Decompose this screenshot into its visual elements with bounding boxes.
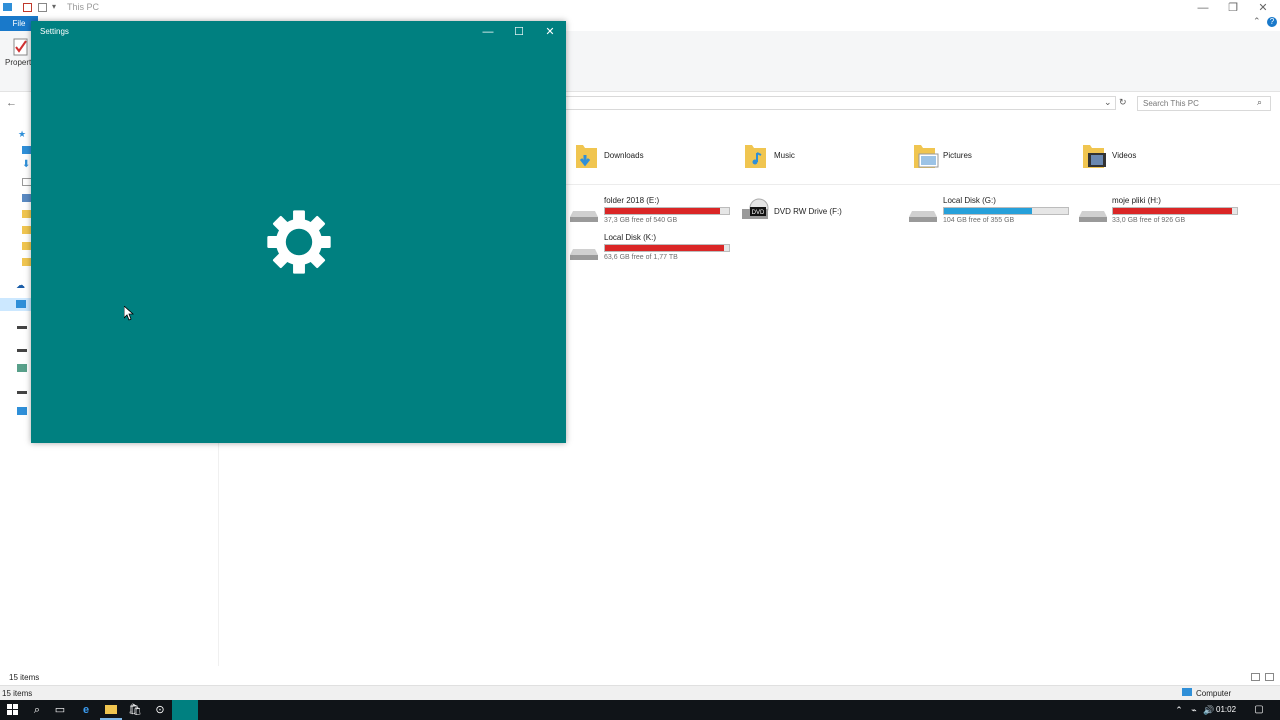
downloads-folder-icon[interactable] <box>575 143 599 169</box>
folder-label-pictures[interactable]: Pictures <box>943 151 972 160</box>
pictures-folder-icon[interactable] <box>913 143 939 169</box>
settings-close-button[interactable]: ✕ <box>542 24 558 40</box>
videos-folder-icon[interactable] <box>1082 143 1108 169</box>
large-icons-view-icon[interactable] <box>1265 673 1274 681</box>
quick-access-star-icon[interactable]: ★ <box>18 129 26 140</box>
nav-drive-icon-2[interactable] <box>17 349 27 352</box>
folder-label-downloads[interactable]: Downloads <box>604 151 644 160</box>
drive-e-name[interactable]: folder 2018 (E:) <box>604 196 659 205</box>
section-divider <box>566 184 1280 185</box>
network-tray-icon[interactable]: ⌁ <box>1187 703 1201 717</box>
explorer-maximize-button[interactable]: ❐ <box>1216 0 1250 16</box>
drive-e-icon[interactable] <box>570 209 598 223</box>
tray-overflow-icon[interactable]: ⌃ <box>1172 703 1186 717</box>
taskbar-clock[interactable]: 01:02 <box>1216 705 1236 714</box>
search-placeholder: Search This PC <box>1143 99 1199 108</box>
explorer-title-bar <box>0 0 1280 16</box>
status-item-count-bottom: 15 items <box>2 689 33 698</box>
file-explorer-taskbar-icon[interactable] <box>105 705 117 714</box>
settings-minimize-button[interactable]: — <box>480 24 496 40</box>
nav-drive-icon-3[interactable] <box>17 391 27 394</box>
volume-tray-icon[interactable]: 🔊 <box>1202 703 1216 717</box>
this-pc-icon[interactable] <box>16 300 26 308</box>
drive-k-usage-fill <box>605 245 725 251</box>
explorer-window-title: This PC <box>67 2 100 12</box>
drive-e-usage-fill <box>605 208 721 214</box>
nav-downloads-icon[interactable]: ⬇ <box>22 159 30 170</box>
address-dropdown-icon[interactable]: ⌄ <box>1104 97 1112 108</box>
explorer-minimize-button[interactable]: — <box>1186 0 1220 16</box>
drive-h-usage-fill <box>1113 208 1233 214</box>
folder-label-music[interactable]: Music <box>774 151 795 160</box>
network-icon[interactable] <box>17 407 27 415</box>
computer-icon <box>1182 688 1192 696</box>
properties-button-label[interactable]: Propert <box>5 58 31 67</box>
music-folder-icon[interactable] <box>744 143 768 169</box>
drive-k-usage-bar <box>604 244 730 252</box>
drive-g-icon[interactable] <box>909 209 937 223</box>
edge-browser-icon[interactable]: e <box>79 703 93 717</box>
start-windows-icon[interactable] <box>7 704 18 715</box>
status-item-count: 15 items <box>9 673 40 682</box>
drive-k-icon[interactable] <box>570 247 598 261</box>
gear-icon <box>267 210 331 274</box>
nav-network-drive-icon[interactable] <box>17 364 27 372</box>
status-location: Computer <box>1196 689 1232 698</box>
nav-drive-icon-1[interactable] <box>17 326 27 329</box>
drive-f-name[interactable]: DVD RW Drive (F:) <box>774 207 842 216</box>
properties-icon[interactable] <box>13 38 29 56</box>
settings-maximize-button[interactable]: ☐ <box>511 24 527 40</box>
svg-text:DVD: DVD <box>752 210 765 216</box>
media-player-icon[interactable]: ⊙ <box>153 703 167 717</box>
task-view-icon[interactable]: ▭ <box>53 703 67 717</box>
settings-window-title: Settings <box>40 27 69 36</box>
taskbar-search-icon[interactable]: ⌕ <box>30 703 44 717</box>
drive-h-icon[interactable] <box>1079 209 1107 223</box>
bottom-status-bar <box>0 685 1280 701</box>
action-center-icon[interactable]: ▢ <box>1252 703 1266 717</box>
quick-access-dropdown-icon[interactable]: ▾ <box>52 2 56 11</box>
help-icon[interactable]: ? <box>1267 17 1277 27</box>
drive-g-free: 104 GB free of 355 GB <box>943 217 1015 224</box>
drive-g-usage-fill <box>944 208 1033 214</box>
explorer-app-icon <box>3 3 12 11</box>
settings-taskbar-button[interactable] <box>172 700 198 720</box>
store-icon[interactable]: 🛍 <box>128 703 142 717</box>
drive-k-name[interactable]: Local Disk (K:) <box>604 233 656 242</box>
address-bar[interactable] <box>566 96 1116 110</box>
drive-h-usage-bar <box>1112 207 1238 215</box>
drive-k-free: 63,6 GB free of 1,77 TB <box>604 254 678 261</box>
quick-access-properties-icon[interactable] <box>23 3 32 12</box>
back-arrow-icon[interactable]: ← <box>6 97 17 109</box>
ribbon-collapse-icon[interactable]: ⌃ <box>1253 16 1261 27</box>
drive-e-free: 37,3 GB free of 540 GB <box>604 217 678 224</box>
refresh-icon[interactable]: ↻ <box>1119 97 1127 108</box>
drive-h-name[interactable]: moje pliki (H:) <box>1112 196 1161 205</box>
dvd-drive-icon[interactable]: DVD <box>740 198 770 224</box>
mouse-cursor-icon <box>124 306 134 321</box>
explorer-close-button[interactable]: ✕ <box>1246 0 1280 16</box>
drive-e-usage-bar <box>604 207 730 215</box>
drive-h-free: 33,0 GB free of 926 GB <box>1112 217 1186 224</box>
drive-g-usage-bar <box>943 207 1069 215</box>
folder-label-videos[interactable]: Videos <box>1112 151 1136 160</box>
details-view-icon[interactable] <box>1251 673 1260 681</box>
search-icon[interactable]: ⌕ <box>1257 97 1262 108</box>
quick-access-new-folder-icon[interactable] <box>38 3 47 12</box>
onedrive-icon[interactable]: ☁ <box>16 280 25 291</box>
drive-g-name[interactable]: Local Disk (G:) <box>943 196 996 205</box>
